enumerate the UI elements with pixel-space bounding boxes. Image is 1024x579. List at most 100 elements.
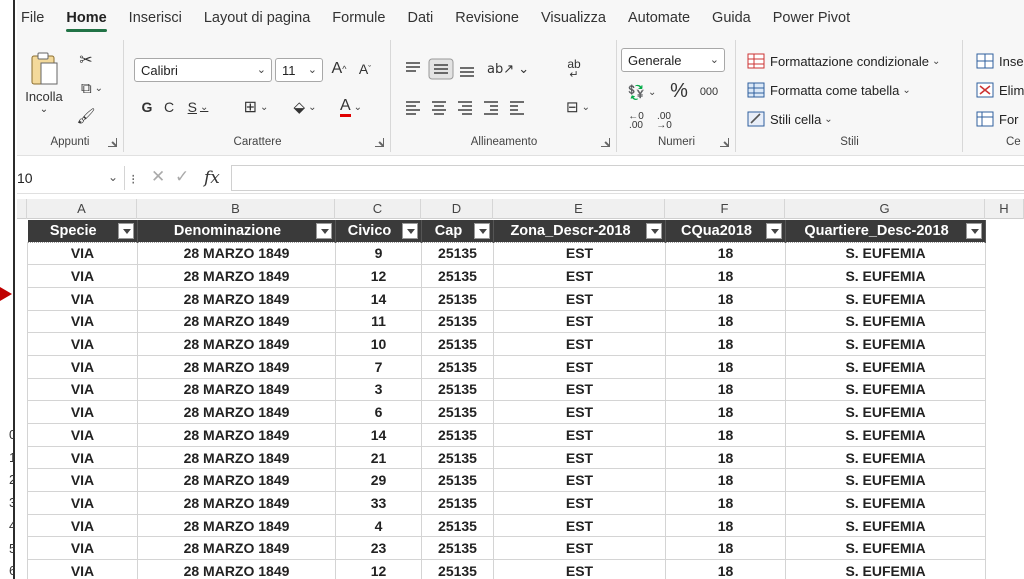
shrink-font-button[interactable]: Aˇ [355,58,375,80]
table-cell[interactable]: 28 MARZO 1849 [137,423,336,447]
tab-dati[interactable]: Dati [407,10,433,26]
filter-dropdown-icon[interactable] [402,223,418,239]
tab-automate[interactable]: Automate [628,10,690,26]
table-cell[interactable]: VIA [27,491,138,515]
table-cell[interactable]: 12 [335,559,422,579]
tab-inserisci[interactable]: Inserisci [129,10,182,26]
table-cell[interactable]: 18 [665,309,786,334]
column-header-h[interactable]: H [985,199,1024,219]
table-cell[interactable]: 25135 [421,491,494,515]
table-cell[interactable]: VIA [27,354,138,379]
copy-button[interactable]: ⧉ ⌄ [75,78,109,98]
accounting-format-button[interactable]: 💱 ⌄ [624,82,660,102]
tab-power-pivot[interactable]: Power Pivot [773,10,850,26]
table-cell[interactable]: 28 MARZO 1849 [137,491,336,515]
table-cell[interactable]: 25135 [421,286,494,311]
table-cell[interactable]: 25135 [421,264,494,288]
table-cell[interactable]: EST [493,536,666,561]
borders-button[interactable]: ⊞ ⌄ [235,96,277,118]
table-cell[interactable]: 28 MARZO 1849 [137,264,336,288]
table-cell[interactable]: S. EUFEMIA [785,354,986,379]
table-cell[interactable]: EST [493,354,666,379]
table-cell[interactable]: 33 [335,491,422,515]
table-cell[interactable]: 18 [665,264,786,288]
table-cell[interactable]: S. EUFEMIA [785,491,986,515]
table-cell[interactable]: 28 MARZO 1849 [137,468,336,493]
font-name-combo[interactable]: Calibri ⌄ [134,58,272,82]
table-cell[interactable]: EST [493,264,666,288]
table-cell[interactable]: VIA [27,309,138,334]
table-cell[interactable]: S. EUFEMIA [785,513,986,538]
table-cell[interactable]: EST [493,286,666,311]
column-header-a[interactable]: A [27,199,137,219]
wrap-text-button[interactable]: ab ↵ [560,56,588,84]
table-cell[interactable]: 28 MARZO 1849 [137,445,336,470]
table-cell[interactable]: VIA [27,241,138,266]
table-cell[interactable]: EST [493,241,666,266]
insert-cells-button[interactable]: Inse [976,53,1024,69]
column-header-f[interactable]: F [665,199,785,219]
table-cell[interactable]: S. EUFEMIA [785,423,986,447]
table-cell[interactable]: 25135 [421,536,494,561]
format-as-table-button[interactable]: Formatta come tabella ⌄ [747,82,911,98]
table-cell[interactable]: 11 [335,309,422,334]
table-cell[interactable]: EST [493,468,666,493]
number-format-combo[interactable]: Generale ⌄ [621,48,725,72]
table-cell[interactable]: S. EUFEMIA [785,264,986,288]
table-cell[interactable]: 18 [665,491,786,515]
underline-button[interactable]: S ⌄ [181,96,215,118]
table-cell[interactable]: 18 [665,468,786,493]
delete-cells-button[interactable]: Elim [976,82,1024,98]
table-cell[interactable]: 12 [335,264,422,288]
table-cell[interactable]: VIA [27,445,138,470]
conditional-formatting-button[interactable]: Formattazione condizionale ⌄ [747,53,940,69]
format-painter-button[interactable]: 🖌 [75,106,97,126]
column-header-g[interactable]: G [785,199,985,219]
table-cell[interactable]: VIA [27,377,138,402]
table-cell[interactable]: S. EUFEMIA [785,241,986,266]
table-cell[interactable]: 28 MARZO 1849 [137,400,336,424]
table-cell[interactable]: EST [493,332,666,356]
paste-chevron-icon[interactable]: ⌄ [40,104,48,115]
tab-visualizza[interactable]: Visualizza [541,10,606,26]
cancel-icon[interactable]: ✕ [151,167,165,187]
table-cell[interactable]: 7 [335,354,422,379]
table-cell[interactable]: 3 [335,377,422,402]
table-cell[interactable]: 18 [665,559,786,579]
grow-font-button[interactable]: A ^ [329,58,349,80]
table-cell[interactable]: VIA [27,536,138,561]
table-cell[interactable]: S. EUFEMIA [785,445,986,470]
table-cell[interactable]: 28 MARZO 1849 [137,536,336,561]
filter-dropdown-icon[interactable] [646,223,662,239]
table-cell[interactable]: 25135 [421,309,494,334]
table-cell[interactable]: 25135 [421,241,494,266]
table-cell[interactable]: 28 MARZO 1849 [137,377,336,402]
table-cell[interactable]: 18 [665,377,786,402]
filter-dropdown-icon[interactable] [966,223,982,239]
table-cell[interactable]: 14 [335,423,422,447]
table-cell[interactable]: 18 [665,241,786,266]
column-header-b[interactable]: B [137,199,335,219]
comma-style-button[interactable]: 000 [696,84,722,100]
increase-decimal-button[interactable]: ←0 .00 [624,112,648,131]
tab-formule[interactable]: Formule [332,10,385,26]
table-cell[interactable]: 25135 [421,377,494,402]
table-cell[interactable]: EST [493,491,666,515]
table-cell[interactable]: VIA [27,286,138,311]
select-all-corner[interactable] [17,199,27,219]
table-cell[interactable]: 28 MARZO 1849 [137,286,336,311]
table-cell[interactable]: EST [493,445,666,470]
table-cell[interactable]: 18 [665,332,786,356]
table-cell[interactable]: EST [493,377,666,402]
table-cell[interactable]: 28 MARZO 1849 [137,309,336,334]
table-cell[interactable]: VIA [27,513,138,538]
alignment-launcher-icon[interactable] [601,138,610,147]
tab-guida[interactable]: Guida [712,10,751,26]
table-cell[interactable]: S. EUFEMIA [785,468,986,493]
table-cell[interactable]: 14 [335,286,422,311]
enter-check-icon[interactable]: ✓ [175,167,189,187]
table-cell[interactable]: VIA [27,559,138,579]
table-cell[interactable]: 18 [665,513,786,538]
table-cell[interactable]: 18 [665,354,786,379]
table-cell[interactable]: S. EUFEMIA [785,536,986,561]
